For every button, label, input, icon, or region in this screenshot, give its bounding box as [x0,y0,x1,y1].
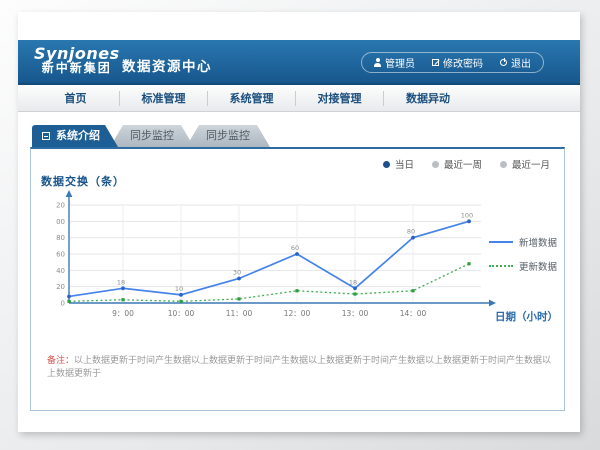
nav-item-integration[interactable]: 对接管理 [296,91,384,106]
svg-text:18: 18 [117,278,125,286]
svg-text:100: 100 [56,218,65,226]
svg-text:120: 120 [56,202,65,210]
footnote-text: 以上数据更新于时间产生数据以上数据更新于时间产生数据以上数据更新于时间产生数据以… [47,356,551,379]
line-chart: 0 20 40 60 80 100 120 9：00 10：00 11：00 12：00 13：00 1… [56,189,501,329]
user-toolbar: 管理员 修改密码 退出 [361,52,544,73]
solid-line-icon [489,241,513,243]
main-nav: 首页 标准管理 系统管理 对接管理 数据异动 [18,85,580,112]
edit-icon [432,59,439,66]
desktop-background: Synjones 新中新集团 数据资源中心 管理员 修改密码 退出 [0,0,600,450]
legend-update-data[interactable]: 更新数据 [489,259,557,273]
nav-item-home[interactable]: 首页 [32,91,120,106]
svg-text:10：00: 10：00 [168,309,195,318]
svg-text:10: 10 [175,285,183,293]
range-month-option[interactable]: 最近一月 [500,157,550,171]
svg-text:20: 20 [56,283,65,291]
today-dot-icon [383,161,390,168]
change-password-button[interactable]: 修改密码 [432,55,483,70]
svg-text:14：00: 14：00 [400,309,427,318]
page-title: 数据资源中心 [122,55,212,75]
dotted-line-icon [489,265,513,267]
tab-sync-monitor-1-label: 同步监控 [130,129,174,142]
legend-new-data-label: 新增数据 [519,235,557,249]
svg-text:80: 80 [407,228,415,236]
series-legend: 新增数据 更新数据 [489,235,557,283]
tab-system-intro-label: 系统介绍 [56,125,100,147]
admin-user-button[interactable]: 管理员 [374,55,415,70]
svg-text:80: 80 [56,234,65,242]
range-week-label: 最近一周 [444,157,482,171]
week-dot-icon [432,161,439,168]
tab-bar: 系统介绍 同步监控 同步监控 [32,125,270,147]
svg-text:0: 0 [61,300,65,308]
nav-item-standards[interactable]: 标准管理 [120,91,208,106]
x-axis-title: 日期（小时） [495,309,558,324]
svg-text:11：00: 11：00 [226,309,253,318]
time-range-legend: 当日 最近一周 最近一月 [383,157,550,171]
svg-text:40: 40 [56,267,65,275]
user-icon [374,63,381,67]
tab-system-intro[interactable]: 系统介绍 [32,125,118,147]
logo-subtext: 新中新集团 [34,61,120,76]
svg-text:13：00: 13：00 [342,309,369,318]
change-password-label: 修改密码 [443,55,483,70]
logo-text: Synjones [34,46,120,61]
footnote: 备注：以上数据更新于时间产生数据以上数据更新于时间产生数据以上数据更新于时间产生… [47,355,555,381]
footnote-prefix: 备注： [47,356,74,366]
svg-text:12：00: 12：00 [284,309,311,318]
range-month-label: 最近一月 [512,157,550,171]
tab-sync-monitor-2-label: 同步监控 [206,129,250,142]
y-axis-title: 数据交换（条） [41,173,125,189]
app-header: Synjones 新中新集团 数据资源中心 管理员 修改密码 退出 [18,40,580,85]
svg-text:100: 100 [461,211,473,219]
logout-label: 退出 [511,55,531,70]
range-today-option[interactable]: 当日 [383,157,414,171]
chart-panel: 当日 最近一周 最近一月 数据交换（条） 0 20 40 60 80 100 120 9：00… [30,147,565,411]
browser-page: Synjones 新中新集团 数据资源中心 管理员 修改密码 退出 [18,12,580,432]
svg-text:9：00: 9：00 [112,309,134,318]
tab-sync-monitor-2[interactable]: 同步监控 [186,125,270,147]
nav-item-system[interactable]: 系统管理 [208,91,296,106]
legend-update-data-label: 更新数据 [519,259,557,273]
svg-text:60: 60 [291,244,299,252]
svg-text:60: 60 [56,251,65,259]
legend-new-data[interactable]: 新增数据 [489,235,557,249]
company-logo: Synjones 新中新集团 [34,46,120,76]
admin-user-label: 管理员 [385,55,415,70]
tab-sync-monitor-1[interactable]: 同步监控 [110,125,194,147]
month-dot-icon [500,161,507,168]
svg-text:18: 18 [349,278,357,286]
range-week-option[interactable]: 最近一周 [432,157,482,171]
range-today-label: 当日 [395,157,414,171]
nav-item-data-changes[interactable]: 数据异动 [384,91,472,106]
power-icon [500,59,507,66]
svg-text:30: 30 [233,269,241,277]
document-icon [42,132,50,140]
logout-button[interactable]: 退出 [500,55,531,70]
